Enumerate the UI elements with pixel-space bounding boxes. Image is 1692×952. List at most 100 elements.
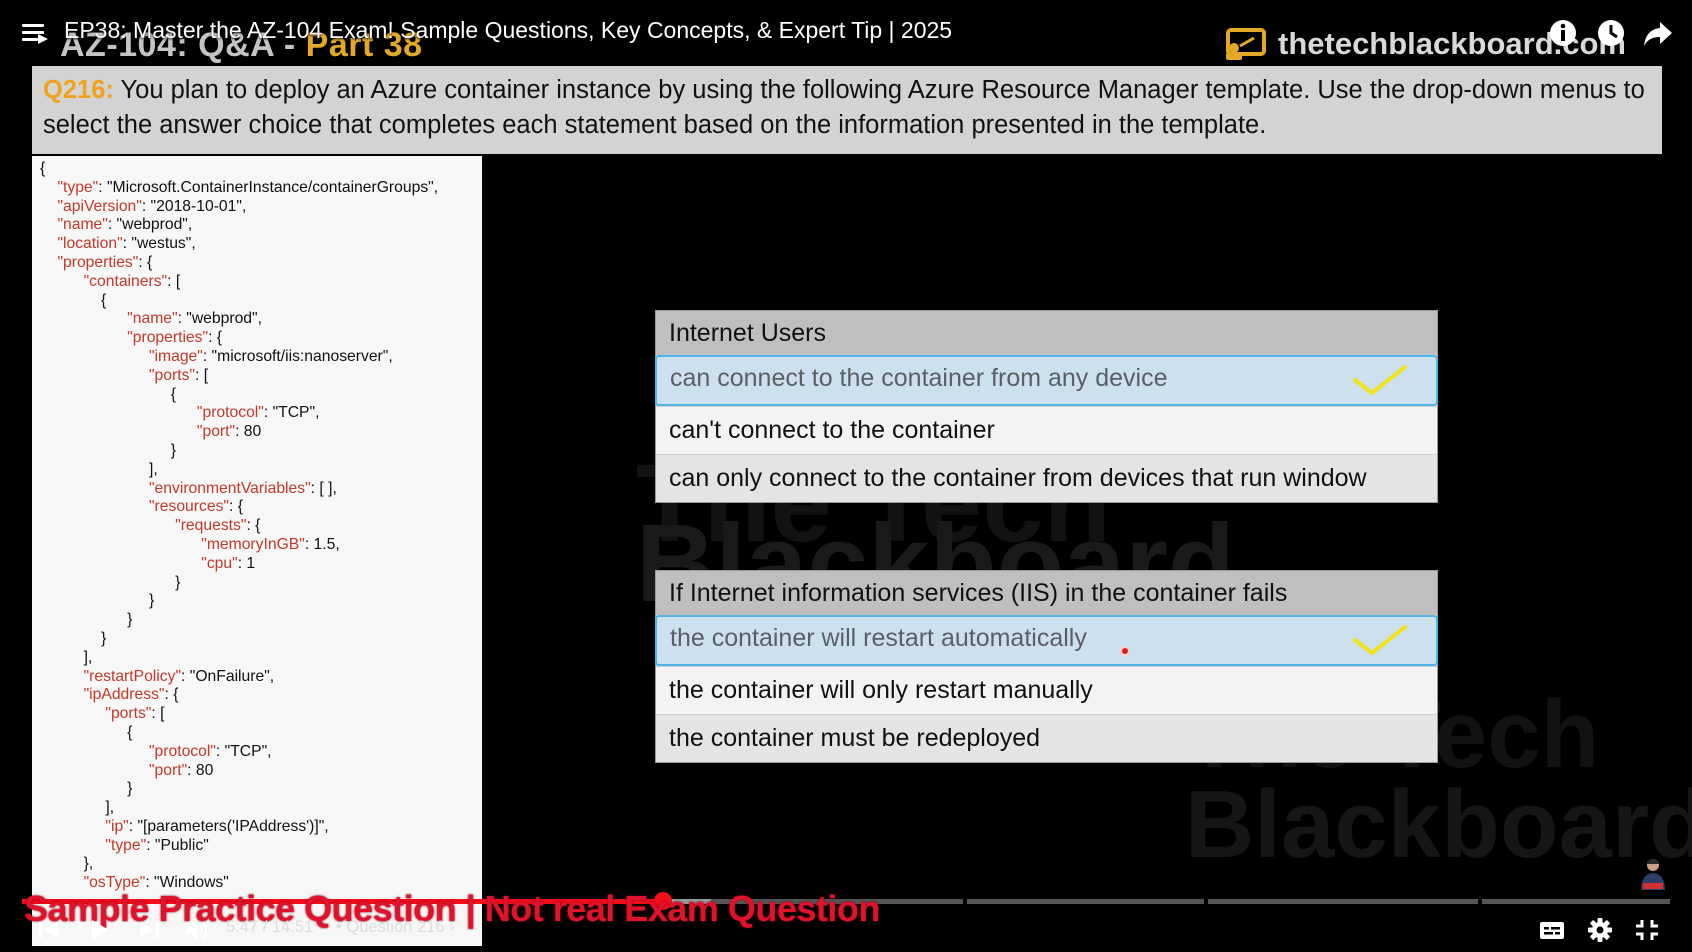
code-key: "type"	[57, 178, 99, 196]
subtitles-icon[interactable]	[1537, 916, 1567, 944]
code-line: "environmentVariables": [ ],	[148, 479, 337, 497]
code-key: "type"	[105, 836, 147, 854]
dropdown-option[interactable]: the container must be redeployed	[656, 714, 1437, 762]
previous-icon[interactable]	[34, 916, 64, 944]
question-number: Q216:	[43, 76, 114, 104]
code-line: {	[40, 723, 133, 741]
code-line: "requests": {	[175, 517, 261, 535]
mouse-cursor-indicator	[1120, 646, 1130, 656]
option-label: the container will restart automatically	[670, 624, 1087, 652]
code-line: "ip": "[parameters('IPAddress')]",	[105, 817, 329, 835]
code-line: }	[40, 573, 181, 591]
code-line: {	[40, 385, 176, 403]
code-key: "ipAddress"	[83, 686, 165, 704]
share-icon[interactable]	[1641, 16, 1675, 50]
blackboard-logo-icon	[1226, 28, 1266, 60]
time-separator: /	[258, 918, 272, 936]
chapter-title[interactable]: • Question 216 ›	[336, 918, 455, 937]
dropdown-option[interactable]: can't connect to the container	[656, 406, 1437, 454]
code-key: "image"	[148, 347, 203, 365]
exit-fullscreen-icon[interactable]	[1632, 916, 1662, 944]
time-total: 14:51	[271, 918, 314, 936]
code-line: "port": 80	[196, 423, 262, 441]
code-line: "ipAddress": {	[83, 686, 179, 704]
code-key: "ports"	[105, 705, 152, 723]
code-line: "location": "westus",	[57, 235, 196, 253]
next-icon[interactable]	[134, 916, 164, 944]
volume-icon[interactable]	[182, 916, 212, 944]
code-line: "properties": {	[57, 253, 153, 271]
time-display: 5:47 / 14:51	[226, 918, 313, 937]
code-line: ],	[40, 460, 158, 478]
code-key: "port"	[148, 761, 188, 779]
video-title[interactable]: EP38: Master the AZ-104 Exam! Sample Que…	[64, 17, 952, 44]
code-line: {	[40, 291, 107, 309]
dropdown-option[interactable]: the container will only restart manually	[656, 666, 1437, 714]
code-key: "protocol"	[196, 404, 264, 422]
chapter-divider	[963, 899, 967, 904]
dropdown-option[interactable]: can only connect to the container from d…	[656, 454, 1437, 502]
clock-icon[interactable]	[1594, 16, 1628, 50]
code-key: "memoryInGB"	[201, 535, 305, 553]
code-line: {	[40, 160, 46, 177]
code-line: "restartPolicy": "OnFailure",	[83, 667, 275, 685]
dropdown-option-selected[interactable]: can connect to the container from any de…	[655, 355, 1438, 406]
question-text: You plan to deploy an Azure container in…	[43, 76, 1645, 139]
code-line: "apiVersion": "2018-10-01",	[57, 197, 247, 215]
play-icon[interactable]	[84, 916, 114, 944]
checkmark-icon	[1353, 625, 1407, 656]
code-line: "name": "webprod",	[127, 310, 262, 328]
code-line: }	[40, 441, 176, 459]
dropdown-iis-failure: If Internet information services (IIS) i…	[655, 570, 1438, 763]
code-key: "properties"	[127, 329, 209, 347]
code-line: }	[40, 629, 107, 647]
code-key: "cpu"	[201, 554, 238, 572]
time-current: 5:47	[226, 918, 259, 936]
code-line: },	[40, 855, 94, 873]
gear-icon[interactable]	[1585, 916, 1615, 944]
code-key: "port"	[196, 423, 236, 441]
code-key: "location"	[57, 235, 123, 253]
menu-icon[interactable]	[22, 22, 48, 44]
code-line: "cpu": 1	[201, 554, 256, 572]
code-key: "environmentVariables"	[148, 479, 311, 497]
dropdown-internet-users: Internet Users can connect to the contai…	[655, 310, 1438, 503]
code-line: "containers": [	[83, 272, 181, 290]
code-key: "requests"	[175, 517, 247, 535]
code-key: "properties"	[57, 253, 139, 271]
code-line: "properties": {	[127, 329, 223, 347]
code-line: "ports": [	[105, 705, 165, 723]
code-block: { "type": "Microsoft.ContainerInstance/c…	[32, 156, 482, 893]
code-key: "apiVersion"	[57, 197, 142, 215]
code-line: "name": "webprod",	[57, 216, 193, 234]
dropdown-header: If Internet information services (IIS) i…	[656, 571, 1437, 615]
arm-template-code: { "type": "Microsoft.ContainerInstance/c…	[32, 156, 482, 946]
code-line: }	[40, 780, 133, 798]
code-line: ],	[40, 799, 115, 817]
chapter-divider	[1478, 899, 1482, 904]
code-line: ],	[40, 648, 93, 666]
code-line: "type": "Microsoft.ContainerInstance/con…	[57, 178, 439, 196]
code-key: "ports"	[148, 366, 195, 384]
code-key: "containers"	[83, 272, 168, 290]
info-icon[interactable]	[1546, 16, 1580, 50]
presenter-avatar	[1637, 856, 1669, 890]
option-label: can connect to the container from any de…	[670, 364, 1168, 392]
dropdown-option-selected[interactable]: the container will restart automatically	[655, 615, 1438, 666]
code-line: "type": "Public"	[105, 836, 209, 854]
code-line: "memoryInGB": 1.5,	[201, 535, 340, 553]
watermark-blackboard-2: Blackboard	[1185, 771, 1692, 878]
code-line: "image": "microsoft/iis:nanoserver",	[148, 347, 393, 365]
code-line: "protocol": "TCP",	[148, 742, 272, 760]
chapter-divider	[1204, 899, 1208, 904]
code-key: "protocol"	[148, 742, 216, 760]
code-line: "port": 80	[148, 761, 214, 779]
code-key: "name"	[127, 310, 178, 328]
question-banner: Q216: You plan to deploy an Azure contai…	[32, 66, 1662, 154]
checkmark-icon	[1353, 365, 1407, 396]
code-line: }	[40, 611, 133, 629]
code-line: "resources": {	[148, 498, 243, 516]
code-key: "restartPolicy"	[83, 667, 182, 685]
code-key: "ip"	[105, 817, 129, 835]
code-line: }	[40, 592, 155, 610]
